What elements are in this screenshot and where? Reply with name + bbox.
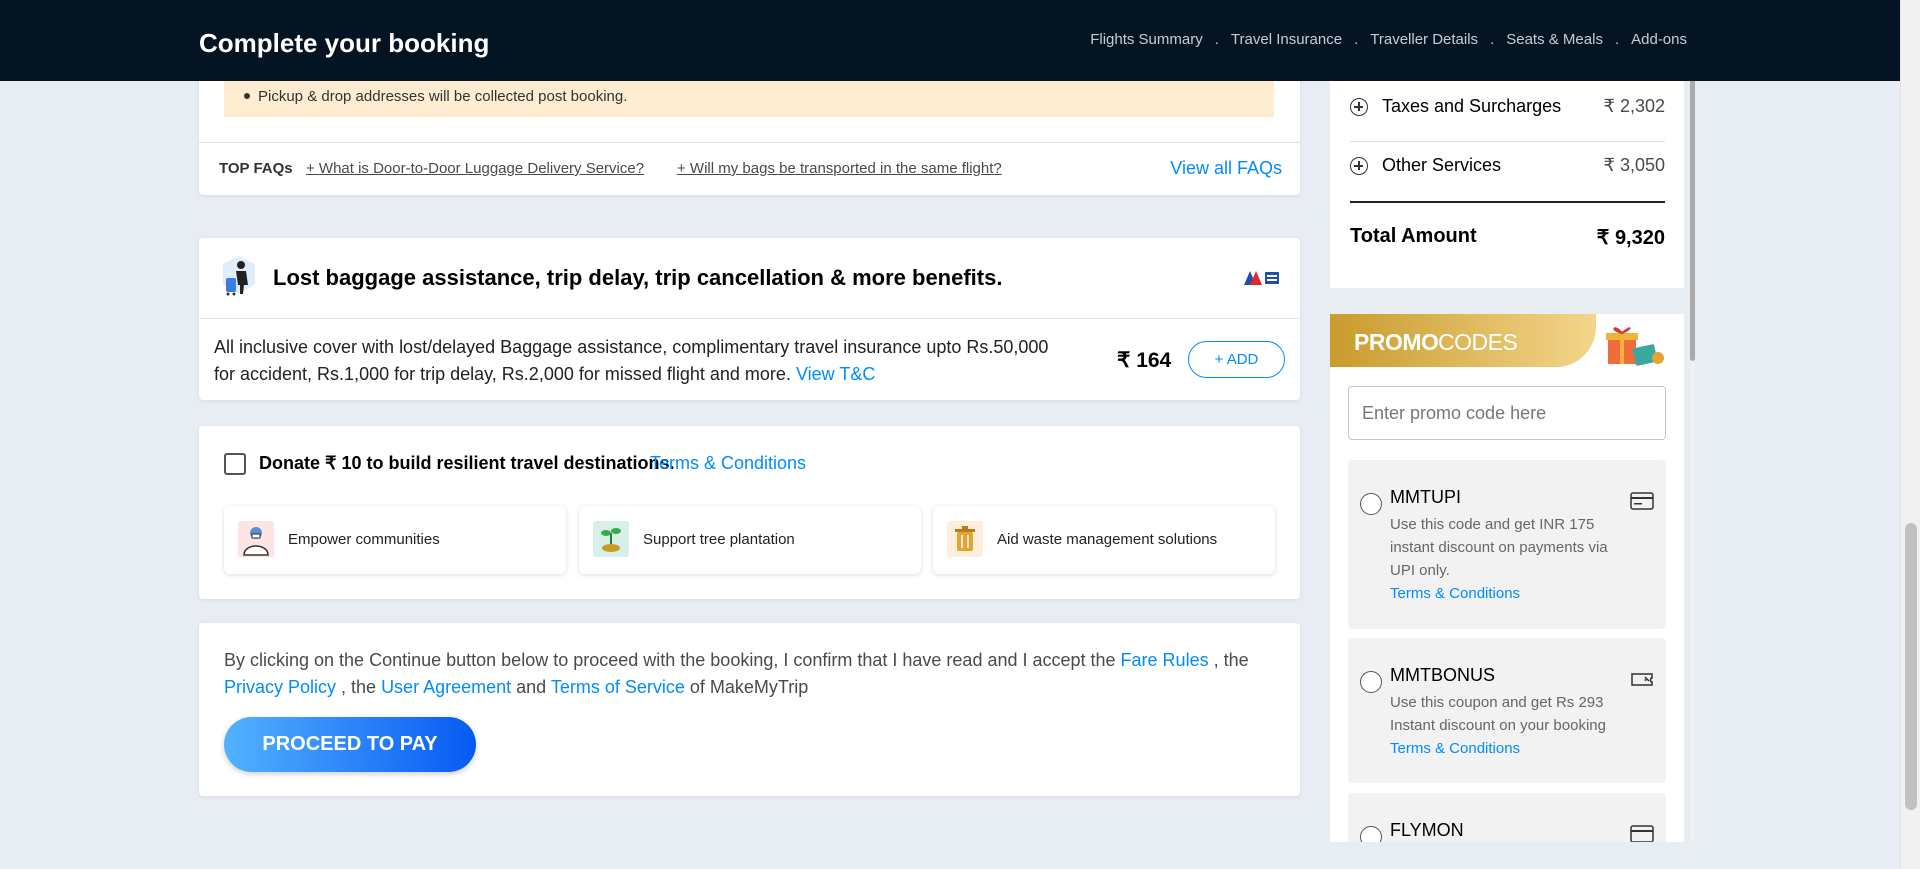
waste-bin-icon [947,521,983,557]
nav-separator: . [1490,31,1495,48]
promo-description: Use this coupon and get Rs 293 Instant d… [1390,691,1618,760]
fare-row-other-services[interactable]: Other Services ₹ 3,050 [1350,149,1665,189]
user-agreement-link[interactable]: User Agreement [381,677,511,697]
promo-code: MMTUPI [1390,487,1461,507]
plant-sprout-icon [593,521,629,557]
traveller-luggage-icon [217,254,261,298]
promo-code-input[interactable] [1348,386,1666,440]
consent-text-part: By clicking on the Continue button below… [224,650,1121,670]
nav-seats-meals[interactable]: Seats & Meals [1506,31,1603,48]
nav-add-ons[interactable]: Add-ons [1631,31,1687,48]
view-all-faqs-link[interactable]: View all FAQs [1170,158,1282,179]
divider [199,142,1300,143]
fare-row-label: Taxes and Surcharges [1382,96,1562,116]
view-tc-link[interactable]: View T&C [796,364,875,384]
nav-flights-summary[interactable]: Flights Summary [1090,31,1203,48]
promo-description: Use this code and get INR 175 instant di… [1390,513,1618,605]
top-faqs-label: TOP FAQs [219,160,293,177]
promo-item-mmtupi[interactable]: MMTUPI Use this code and get INR 175 ins… [1348,460,1666,629]
promo-code: MMTBONUS [1390,665,1495,685]
pickup-notice: Pickup & drop addresses will be collecte… [224,80,1274,117]
scrollbar-thumb[interactable] [1690,76,1695,361]
consent-card: By clicking on the Continue button below… [199,623,1300,796]
promo-item-flymon[interactable]: FLYMON [1348,793,1666,842]
divider [1350,141,1665,142]
donate-option-trees: Support tree plantation [579,506,921,574]
expand-plus-icon[interactable] [1350,98,1368,116]
insurance-price: ₹ 164 [1117,349,1172,372]
total-amount-label: Total Amount [1350,225,1477,247]
insurance-header: Lost baggage assistance, trip delay, tri… [199,238,1300,319]
promo-radio[interactable] [1360,671,1382,693]
donate-option-label: Support tree plantation [643,531,795,548]
top-header: Complete your booking Flights Summary. T… [0,0,1900,81]
donate-checkbox[interactable] [224,453,246,475]
fare-row-label: Other Services [1382,155,1502,175]
card-icon [1630,492,1654,510]
page-scrollbar[interactable] [1900,0,1920,869]
promo-header: PROMO CODES [1330,314,1596,367]
fare-summary-card: Taxes and Surcharges ₹ 2,302 Other Servi… [1330,66,1684,288]
donate-option-label: Aid waste management solutions [997,531,1218,548]
promo-radio[interactable] [1360,826,1382,842]
nav-travel-insurance[interactable]: Travel Insurance [1231,31,1342,48]
consent-text: By clicking on the Continue button below… [224,647,1284,701]
nav-separator: . [1614,31,1620,48]
promo-code: FLYMON [1390,820,1464,840]
terms-of-service-link[interactable]: Terms of Service [551,677,685,697]
fare-row-taxes[interactable]: Taxes and Surcharges ₹ 2,302 [1350,90,1665,130]
expand-plus-icon[interactable] [1350,157,1368,175]
add-insurance-button[interactable]: + ADD [1188,341,1285,378]
insurer-logos-icon [1244,270,1280,286]
promo-description-text: Use this code and get INR 175 instant di… [1390,516,1608,579]
promo-list-scrollbar[interactable] [1690,76,1695,840]
donate-option-label: Empower communities [288,531,440,548]
promo-radio[interactable] [1360,493,1382,515]
consent-text-part: and [511,677,551,697]
promo-title-light: CODES [1438,329,1518,355]
total-divider [1350,201,1665,203]
consent-text-part: of MakeMyTrip [684,677,809,697]
community-person-icon [238,521,274,557]
consent-text-part: , the [336,677,382,697]
total-amount-value: ₹ 9,320 [1596,227,1665,249]
nav-separator: . [1354,31,1359,48]
promo-title-bold: PROMO [1354,329,1439,355]
promo-terms-link[interactable]: Terms & Conditions [1390,737,1618,760]
nav-separator: . [1214,31,1219,48]
scrollbar-thumb[interactable] [1905,523,1917,810]
proceed-to-pay-button[interactable]: PROCEED TO PAY [224,717,476,772]
fare-rules-link[interactable]: Fare Rules [1121,650,1209,670]
donate-terms-link[interactable]: Terms & Conditions [650,453,806,474]
gift-box-icon [1604,322,1668,368]
card-icon [1630,825,1654,842]
faq-question-link[interactable]: + Will my bags be transported in the sam… [677,160,1002,177]
promo-terms-link[interactable]: Terms & Conditions [1390,582,1618,605]
donate-card: Donate ₹ 10 to build resilient travel de… [199,426,1300,599]
nav-traveller-details[interactable]: Traveller Details [1370,31,1478,48]
privacy-policy-link[interactable]: Privacy Policy [224,677,336,697]
donate-text: Donate ₹ 10 to build resilient travel de… [259,453,675,473]
booking-steps-nav: Flights Summary. Travel Insurance. Trave… [1090,31,1687,48]
consent-text-part: , the [1208,650,1249,670]
faq-question-link[interactable]: + What is Door-to-Door Luggage Delivery … [306,160,644,177]
donate-option-communities: Empower communities [224,506,566,574]
insurance-description-text: All inclusive cover with lost/delayed Ba… [214,337,1049,384]
promo-codes-card: PROMO CODES MMTUPI Use this code and get… [1330,314,1684,842]
travel-insurance-card: Lost baggage assistance, trip delay, tri… [199,238,1300,400]
notice-text: Pickup & drop addresses will be collecte… [258,88,628,105]
insurance-headline: Lost baggage assistance, trip delay, tri… [273,265,1003,290]
fare-row-amount: ₹ 3,050 [1603,155,1666,175]
page-title: Complete your booking [199,28,490,58]
fare-row-amount: ₹ 2,302 [1603,96,1666,116]
donate-option-waste: Aid waste management solutions [933,506,1275,574]
promo-item-mmtbonus[interactable]: MMTBONUS Use this coupon and get Rs 293 … [1348,638,1666,783]
bullet-icon [244,93,250,99]
ticket-icon [1630,670,1654,688]
insurance-description: All inclusive cover with lost/delayed Ba… [214,334,1074,388]
promo-description-text: Use this coupon and get Rs 293 Instant d… [1390,694,1606,734]
